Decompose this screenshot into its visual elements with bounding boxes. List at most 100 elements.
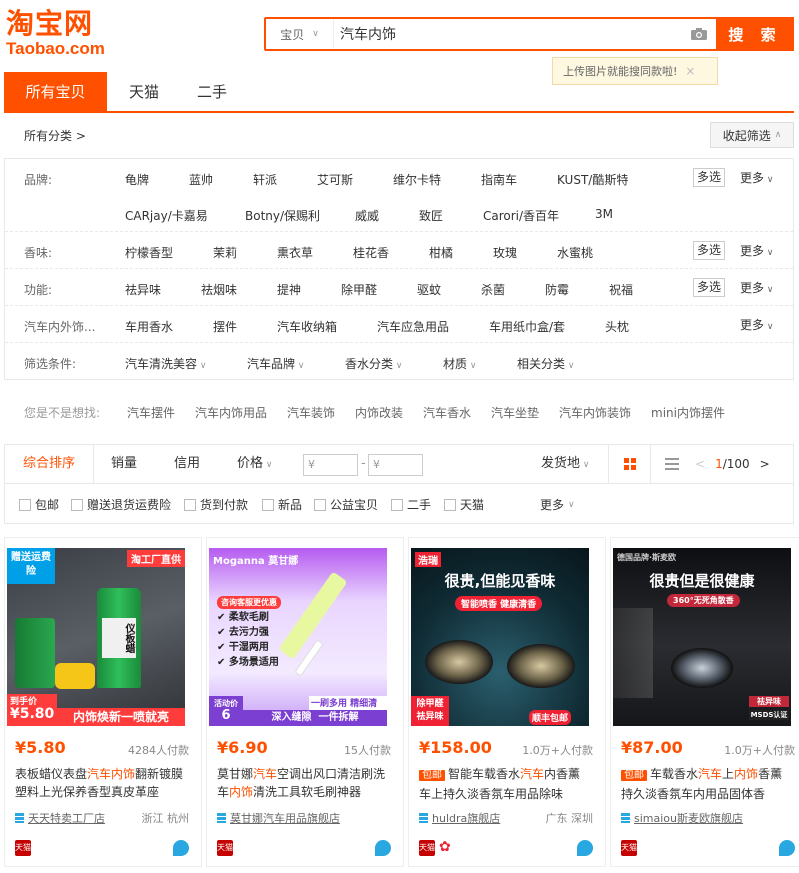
checkbox-secondhand[interactable]: 二手 [391,496,431,513]
filter-option[interactable]: 威威 [355,207,379,224]
condition-dropdown[interactable]: 香水分类 ∨ [345,355,402,372]
product-title[interactable]: 表板蜡仪表盘汽车内饰翻新镀膜塑料上光保养香型真皮革座 [15,765,185,801]
checkbox-cod[interactable]: 货到付款 [184,496,248,513]
list-view-icon[interactable] [650,445,692,483]
filter-option[interactable]: 水蜜桃 [557,244,593,261]
filter-option[interactable]: 汽车收纳箱 [277,318,337,335]
product-card[interactable]: 德国品牌·斯麦欧 很贵但是很健康 360°无死角散香 祛异味 MSDS认证 ¥8… [610,537,799,867]
ship-from-dropdown[interactable]: 发货地 ∨ [541,445,589,483]
filter-option[interactable]: 玫瑰 [493,244,517,261]
sort-price[interactable]: 价格 ∨ [237,445,272,483]
chat-icon[interactable] [577,840,593,856]
suggestion-link[interactable]: 汽车香水 [423,404,471,421]
product-title[interactable]: 莫甘娜汽车空调出风口清洁刷洗车内饰清洗工具软毛刷神器 [217,765,387,801]
filter-option[interactable]: 茉莉 [213,244,237,261]
sort-sales[interactable]: 销量 [111,445,137,483]
chat-icon[interactable] [779,840,795,856]
condition-dropdown[interactable]: 汽车清洗美容 ∨ [125,355,206,372]
product-card[interactable]: Moganna 莫甘娜 咨询客服更优惠 ✔ 柔软毛刷 ✔ 去污力强 ✔ 干湿两用… [206,537,404,867]
suggestion-link[interactable]: 汽车装饰 [287,404,335,421]
sort-credit[interactable]: 信用 [174,445,200,483]
more-checks-button[interactable]: 更多 ∨ [540,496,575,513]
condition-dropdown[interactable]: 相关分类 ∨ [517,355,574,372]
filter-option[interactable]: 蓝帅 [189,171,213,188]
suggestion-link[interactable]: 汽车内饰用品 [195,404,267,421]
checkbox-charity[interactable]: 公益宝贝 [314,496,378,513]
filter-option[interactable]: 汽车应急用品 [377,318,449,335]
shop-link[interactable]: simaiou斯麦欧旗舰店 [621,810,743,826]
filter-option[interactable]: 指南车 [481,171,517,188]
tab-tmall[interactable]: 天猫 [107,72,179,112]
suggestion-link[interactable]: 内饰改装 [355,404,403,421]
product-card[interactable]: 赠送运费险 淘工厂直供 仪板蜡 到手价 ¥5.80 内饰焕新一喷就亮 ¥5.80 … [4,537,202,867]
filter-option[interactable]: 除甲醛 [341,281,377,298]
filter-option[interactable]: 车用纸巾盒/套 [489,318,565,335]
collapse-filter-button[interactable]: 收起筛选 ∧ [710,122,794,148]
tab-secondhand[interactable]: 二手 [179,72,247,112]
tab-all-items[interactable]: 所有宝贝 [4,72,107,112]
more-button[interactable]: 更多 ∨ [740,242,773,259]
chat-icon[interactable] [375,840,391,856]
filter-option[interactable]: 维尔卡特 [393,171,441,188]
filter-option[interactable]: 驱蚊 [417,281,441,298]
search-input[interactable] [334,19,682,49]
product-image[interactable]: 浩瑞 很贵,但能见香味 智能喷香 健康清香 除甲醛 祛异味 顺丰包邮 [411,548,589,726]
filter-option[interactable]: 致匠 [419,207,443,224]
product-title[interactable]: 包邮 车载香水汽车上内饰香薰持久淡香氛车内用品固体香 [621,765,791,803]
filter-option[interactable]: 车用香水 [125,318,173,335]
camera-icon[interactable] [682,19,716,49]
next-page-icon[interactable]: > [760,457,770,471]
condition-dropdown[interactable]: 材质 ∨ [443,355,476,372]
checkbox-return-insurance[interactable]: 赠送退货运费险 [71,496,171,513]
suggestion-link[interactable]: 汽车摆件 [127,404,175,421]
filter-option[interactable]: 祛烟味 [201,281,237,298]
filter-option[interactable]: Botny/保赐利 [245,207,320,224]
filter-option[interactable]: CARjay/卡嘉易 [125,207,208,224]
more-button[interactable]: 更多 ∨ [740,279,773,296]
more-button[interactable]: 更多 ∨ [740,169,773,186]
checkbox-free-shipping[interactable]: 包邮 [19,496,59,513]
filter-option[interactable]: 柠檬香型 [125,244,173,261]
sort-default[interactable]: 综合排序 [5,445,95,483]
shop-link[interactable]: 天天特卖工厂店 [15,810,105,826]
filter-option[interactable]: Carori/香百年 [483,207,559,224]
filter-option[interactable]: 龟牌 [125,171,149,188]
close-icon[interactable]: × [685,64,695,78]
taobao-logo[interactable]: 淘宝网 Taobao.com [6,8,116,58]
product-image[interactable]: 赠送运费险 淘工厂直供 仪板蜡 到手价 ¥5.80 内饰焕新一喷就亮 [7,548,185,726]
product-card[interactable]: 浩瑞 很贵,但能见香味 智能喷香 健康清香 除甲醛 祛异味 顺丰包邮 ¥158.0… [408,537,606,867]
filter-option[interactable]: 祛异味 [125,281,161,298]
filter-option[interactable]: 杀菌 [481,281,505,298]
multi-select-button[interactable]: 多选 [693,278,725,297]
more-button[interactable]: 更多 ∨ [740,316,773,333]
checkbox-new[interactable]: 新品 [262,496,302,513]
filter-option[interactable]: KUST/酷斯特 [557,171,628,188]
search-button[interactable]: 搜 索 [716,17,794,51]
prev-page-icon[interactable]: < [695,457,705,471]
price-min-input[interactable]: ¥ [303,454,358,476]
product-image[interactable]: Moganna 莫甘娜 咨询客服更优惠 ✔ 柔软毛刷 ✔ 去污力强 ✔ 干湿两用… [209,548,387,726]
filter-option[interactable]: 头枕 [605,318,629,335]
breadcrumb[interactable]: 所有分类 > [24,127,86,144]
product-title[interactable]: 包邮 智能车载香水汽车内香薰车上持久淡香氛车用品除味 [419,765,589,803]
filter-option[interactable]: 艾可斯 [317,171,353,188]
grid-view-icon[interactable] [608,445,650,483]
shop-link[interactable]: huldra旗舰店 [419,810,500,826]
filter-option[interactable]: 柑橘 [429,244,453,261]
suggestion-link[interactable]: 汽车坐垫 [491,404,539,421]
filter-option[interactable]: 祝福 [609,281,633,298]
filter-option[interactable]: 摆件 [213,318,237,335]
filter-option[interactable]: 防霉 [545,281,569,298]
filter-option[interactable]: 轩派 [253,171,277,188]
filter-option[interactable]: 提神 [277,281,301,298]
price-max-input[interactable]: ¥ [368,454,423,476]
suggestion-link[interactable]: mini内饰摆件 [651,404,725,421]
condition-dropdown[interactable]: 汽车品牌 ∨ [247,355,304,372]
filter-option[interactable]: 桂花香 [353,244,389,261]
multi-select-button[interactable]: 多选 [693,241,725,260]
filter-option[interactable]: 熏衣草 [277,244,313,261]
search-category-select[interactable]: 宝贝 ∨ [266,19,334,49]
suggestion-link[interactable]: 汽车内饰装饰 [559,404,631,421]
checkbox-tmall[interactable]: 天猫 [444,496,484,513]
shop-link[interactable]: 莫甘娜汽车用品旗舰店 [217,810,340,826]
